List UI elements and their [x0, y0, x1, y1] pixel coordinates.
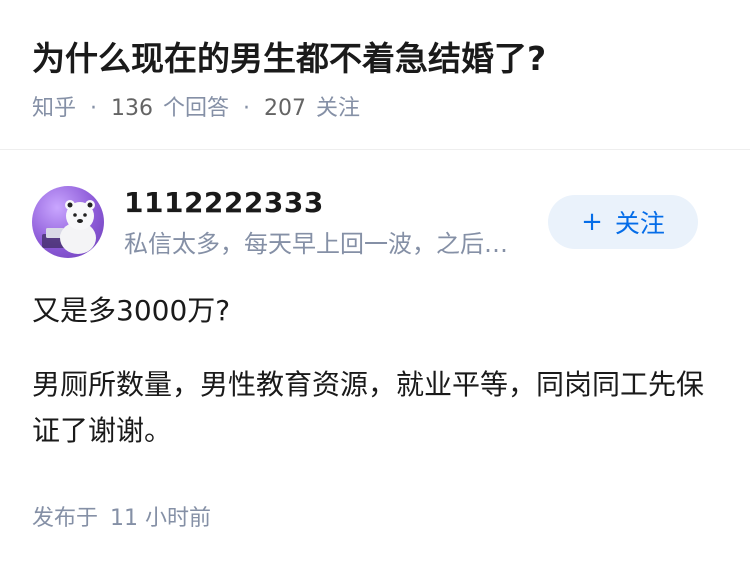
author-bio: 私信太多，每天早上回一波，之后… [124, 230, 508, 258]
follow-button[interactable]: + 关注 [548, 195, 698, 249]
question-title[interactable]: 为什么现在的男生都不着急结婚了? [32, 36, 546, 82]
avatar-bear-icon[interactable] [32, 186, 104, 258]
question-meta: 知乎 · 136 个回答 · 207 关注 [32, 92, 360, 126]
answers-label[interactable]: 个回答 [163, 92, 229, 126]
answer-paragraph: 男厕所数量，男性教育资源，就业平等，同岗同工先保证了谢谢。 [32, 368, 705, 447]
answer-content[interactable]: 又是多3000万? 男厕所数量，男性教育资源，就业平等，同岗同工先保证了谢谢。 [32, 288, 712, 482]
follow-button-label: 关注 [614, 209, 665, 238]
source-label[interactable]: 知乎 [32, 92, 76, 126]
followers-label[interactable]: 关注 [316, 92, 360, 126]
separator: · [90, 96, 98, 121]
publish-time-value: 11 小时前 [110, 506, 212, 531]
plus-icon: + [581, 207, 603, 237]
followers-count[interactable]: 207 [264, 92, 306, 126]
author-name[interactable]: 1112222333 [124, 184, 324, 222]
separator: · [243, 96, 251, 121]
publish-time: 发布于 11 小时前 [32, 502, 211, 536]
answers-count[interactable]: 136 [111, 92, 153, 126]
publish-label: 发布于 [32, 506, 99, 531]
question-header: 为什么现在的男生都不着急结婚了? 知乎 · 136 个回答 · 207 关注 [0, 0, 750, 150]
answer-paragraph: 又是多3000万? [32, 294, 231, 327]
